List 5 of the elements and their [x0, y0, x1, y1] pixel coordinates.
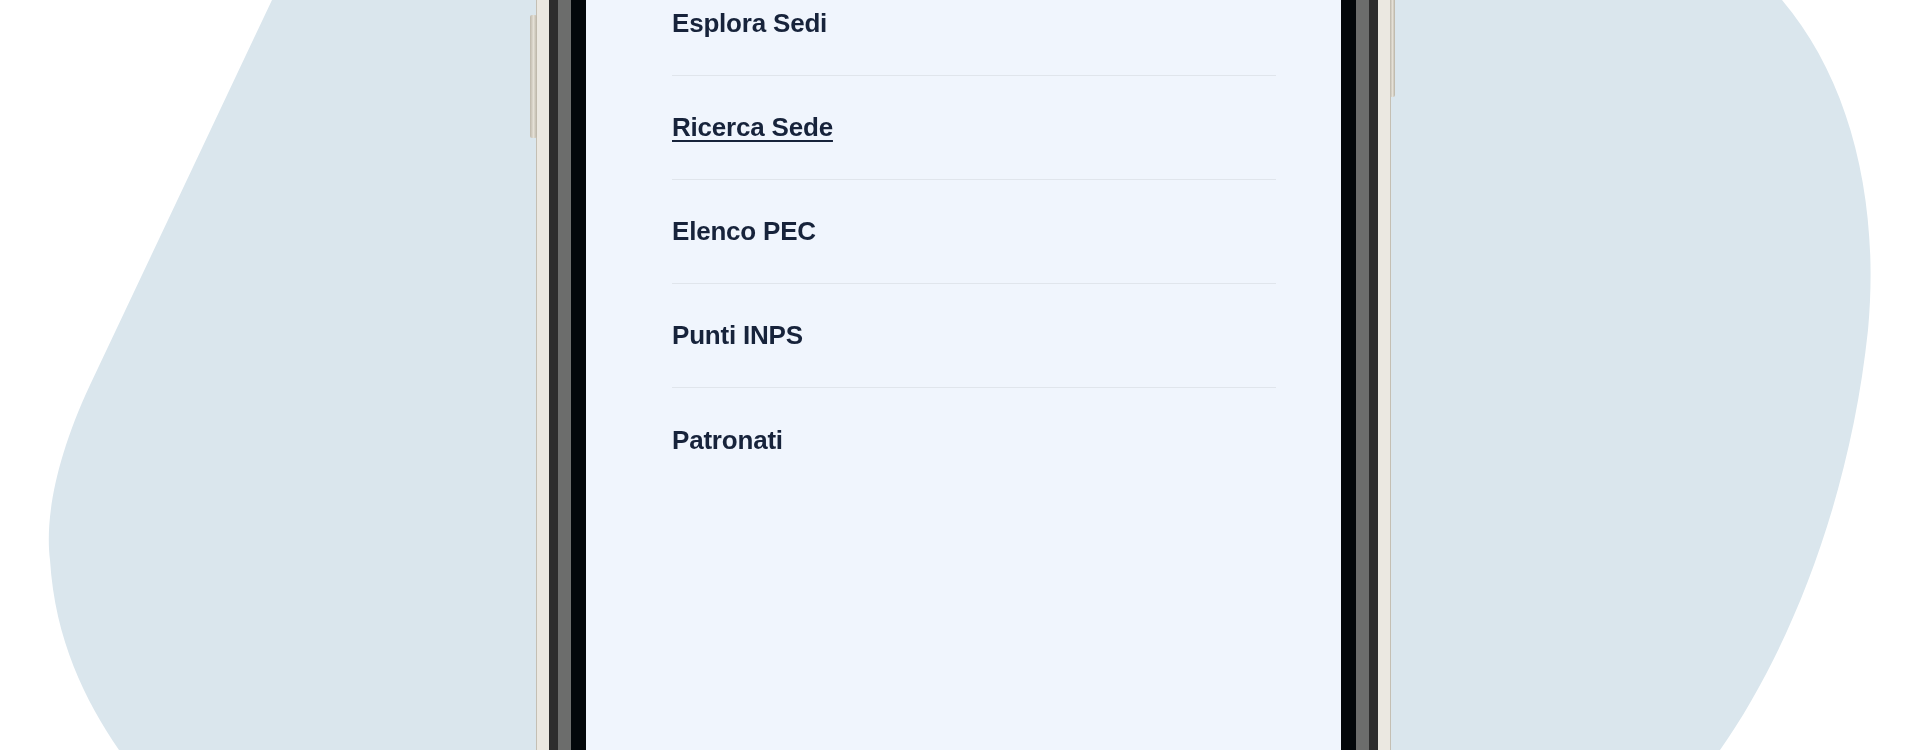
menu-link[interactable]: Punti INPS	[672, 320, 803, 351]
menu-link[interactable]: Patronati	[672, 424, 783, 456]
menu-link[interactable]: Esplora Sedi	[672, 8, 828, 39]
menu-link[interactable]: Ricerca Sede	[672, 112, 833, 143]
menu-link[interactable]: Elenco PEC	[672, 216, 816, 247]
